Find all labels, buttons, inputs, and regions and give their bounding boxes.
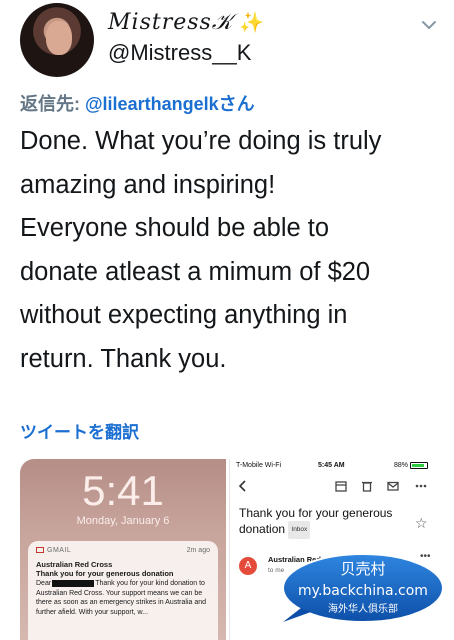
handle[interactable]: @Mistress__K (108, 40, 251, 66)
backchina-watermark: 贝壳村 my.backchina.com 海外华人俱乐部 (282, 553, 444, 623)
battery-percent: 88% (394, 462, 409, 469)
tweet-line: donate atleast a mimum of $20 (20, 257, 371, 286)
notification-app: GMAIL (36, 547, 71, 554)
mail-toolbar (230, 479, 437, 499)
more-icon (415, 484, 427, 488)
reply-mention-link[interactable]: @lilearthangelkさん (85, 94, 255, 114)
tweet-line: amazing and inspiring! (20, 170, 276, 199)
avatar-face (46, 21, 72, 55)
battery-fill (412, 464, 425, 467)
tweet-line: Everyone should be able to (20, 214, 330, 242)
tweet-line: Done. What you’re doing is truly (20, 127, 382, 155)
notification-time: 2m ago (186, 547, 210, 554)
email-subject-text: Thank you for your generous donation (239, 506, 393, 537)
reply-to-prefix: 返信先: (20, 94, 85, 114)
trash-icon (362, 481, 372, 492)
notification-subject: Thank you for your generous donation (36, 569, 174, 578)
translate-tweet-link[interactable]: ツイートを翻訳 (20, 418, 139, 443)
chevron-down-icon[interactable] (418, 16, 440, 34)
star-icon: ☆ (415, 515, 428, 531)
archive-icon (335, 481, 347, 492)
notification-body: Dear Thank you for your kind donation to … (36, 579, 212, 617)
back-arrow-icon (238, 480, 246, 492)
lockscreen-date: Monday, January 6 (76, 515, 170, 527)
watermark-line2: my.backchina.com (298, 583, 428, 599)
watermark-line3: 海外华人俱乐部 (328, 602, 398, 615)
battery-icon (410, 462, 428, 469)
carrier-label: T-Mobile Wi-Fi (236, 462, 282, 469)
email-subject: Thank you for your generous donation Inb… (239, 505, 414, 539)
notification-title: Australian Red Cross (36, 560, 113, 569)
sparkle-icon: ✨ (239, 10, 266, 34)
lockscreen-time: 5:41 (82, 467, 164, 514)
tweet-text: Done. What you’re doing is truly amazing… (20, 120, 445, 381)
tweet-line: without expecting anything in (20, 301, 348, 329)
notification-app-label: GMAIL (47, 547, 72, 554)
redaction-bar (52, 579, 95, 587)
media-image-lockscreen[interactable]: 5:41 Monday, January 6 GMAIL 2m ago Aust… (20, 459, 226, 640)
tweet-header: 𝑀𝑖𝑠𝑡𝑟𝑒𝑠𝑠𝒦 ✨ @Mistress__K (0, 0, 454, 84)
status-time: 5:45 AM (318, 462, 345, 469)
sender-avatar: A (239, 557, 257, 575)
mail-icon (387, 481, 399, 491)
status-bar: T-Mobile Wi-Fi 5:45 AM 88% (230, 459, 437, 473)
avatar[interactable] (20, 3, 94, 77)
reply-to: 返信先: @lilearthangelkさん (20, 90, 255, 116)
inbox-badge: Inbox (288, 521, 311, 539)
display-name[interactable]: 𝑀𝑖𝑠𝑡𝑟𝑒𝑠𝑠𝒦 ✨ (108, 10, 265, 35)
watermark-line1: 贝壳村 (340, 560, 385, 578)
display-name-text: 𝑀𝑖𝑠𝑡𝑟𝑒𝑠𝑠𝒦 (108, 10, 234, 35)
gmail-notification: GMAIL 2m ago Australian Red Cross Thank … (28, 541, 218, 640)
gmail-icon (36, 547, 44, 554)
notification-body-prefix: Dear (36, 580, 52, 587)
tweet-line: return. Thank you. (20, 344, 227, 373)
